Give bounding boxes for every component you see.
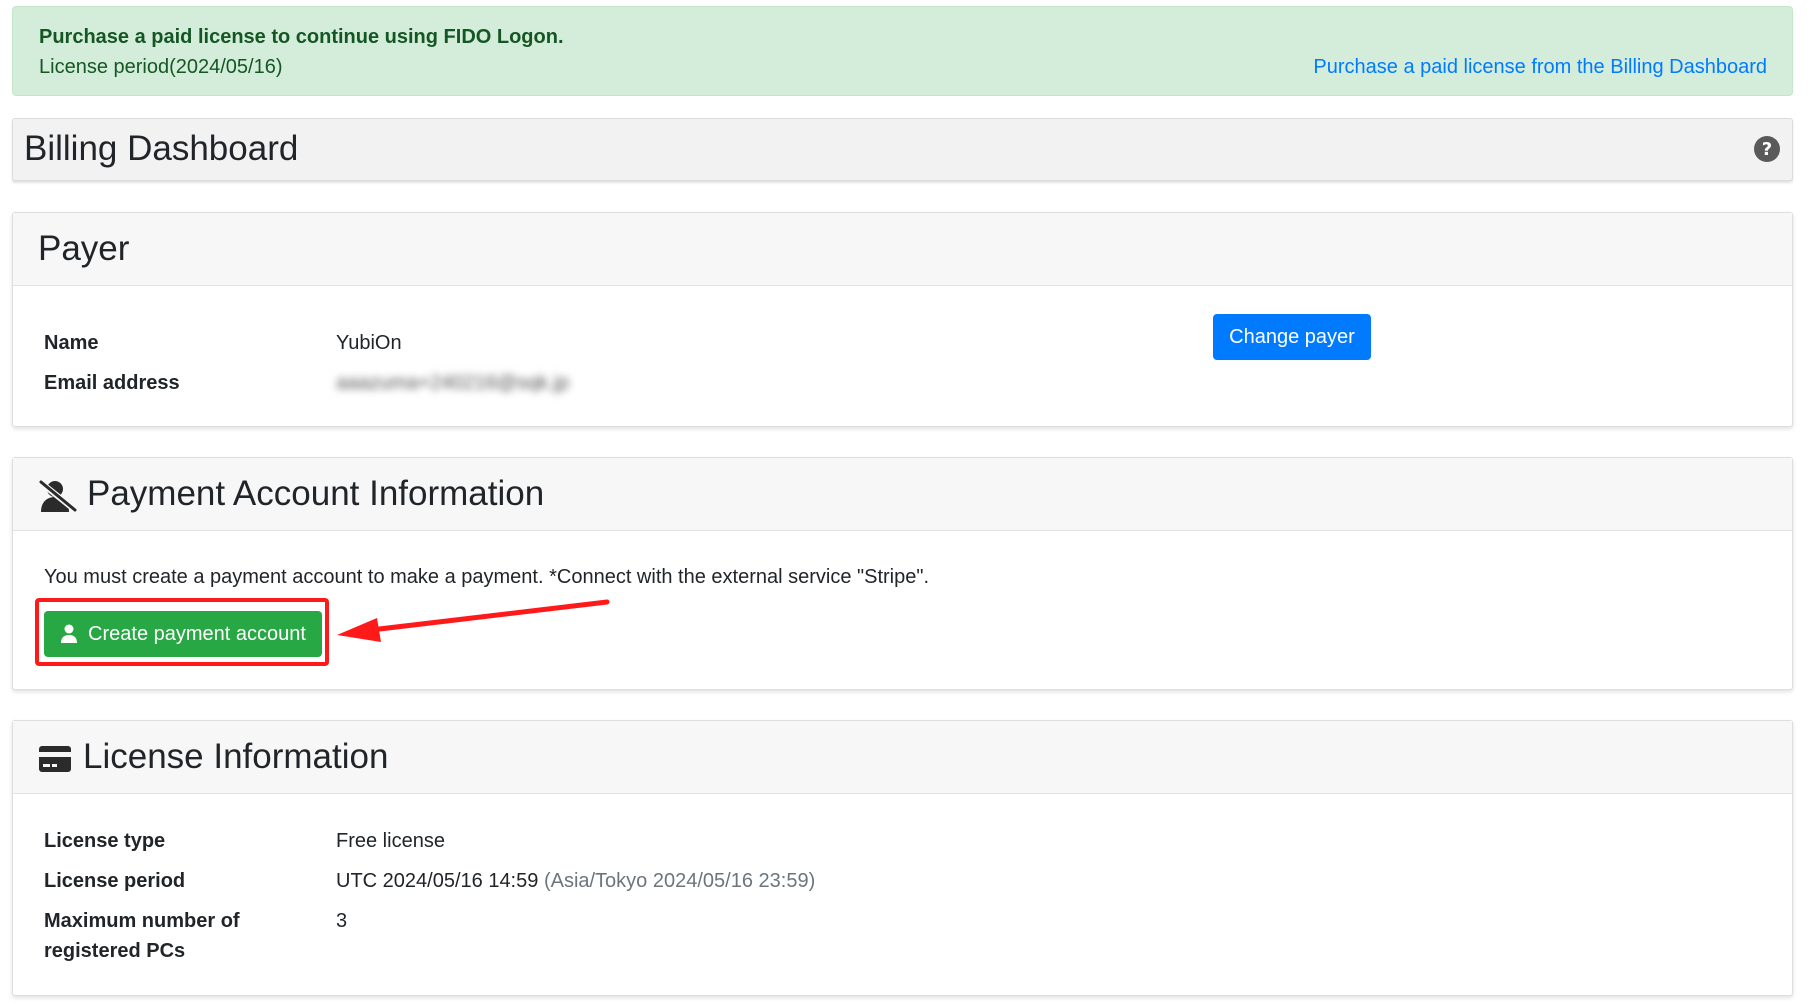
credit-card-icon	[39, 746, 71, 772]
payer-card: Payer Name YubiOn Email address aaazuma+…	[12, 212, 1793, 427]
annotation-arrow	[337, 599, 610, 642]
license-period-label: License period	[44, 870, 186, 892]
license-title: License Information	[83, 737, 389, 776]
svg-text:?: ?	[1762, 139, 1772, 160]
payer-card-header: Payer	[13, 213, 1792, 286]
user-icon	[61, 624, 78, 643]
license-card-header: License Information	[13, 721, 1792, 794]
license-type-value: Free license	[336, 830, 445, 852]
help-circle-icon[interactable]: ?	[1752, 134, 1782, 164]
license-period-value: UTC 2024/05/16 14:59 (Asia/Tokyo 2024/05…	[336, 870, 815, 893]
purchase-license-link[interactable]: Purchase a paid license from the Billing…	[1313, 56, 1767, 79]
payment-message: You must create a payment account to mak…	[44, 566, 930, 588]
payment-account-card: Payment Account Information You must cre…	[12, 457, 1793, 690]
payer-name-label: Name	[44, 332, 99, 354]
max-pcs-label-line2: registered PCs	[44, 940, 186, 962]
alert-license-period: License period(2024/05/16)	[39, 56, 283, 78]
payer-email-value: aaazuma+240216@sqk.jp	[336, 372, 570, 394]
payer-email-label: Email address	[44, 372, 180, 394]
payer-title: Payer	[38, 229, 130, 268]
create-payment-account-button[interactable]: Create payment account	[44, 611, 322, 657]
alert-title: Purchase a paid license to continue usin…	[39, 26, 564, 48]
page-header: Billing Dashboard ?	[12, 118, 1793, 181]
change-payer-button[interactable]: Change payer	[1213, 314, 1371, 360]
create-payment-account-label: Create payment account	[88, 622, 306, 645]
payer-name-value: YubiOn	[336, 332, 402, 354]
payment-title: Payment Account Information	[87, 474, 545, 513]
max-pcs-label-line1: Maximum number of	[44, 910, 240, 932]
license-card: License Information License type Free li…	[12, 720, 1793, 996]
payment-card-header: Payment Account Information	[13, 458, 1792, 531]
page-title: Billing Dashboard	[24, 129, 299, 168]
user-slash-icon	[38, 479, 78, 513]
license-period-local: (Asia/Tokyo 2024/05/16 23:59)	[543, 870, 816, 892]
license-type-label: License type	[44, 830, 166, 852]
license-alert: Purchase a paid license to continue usin…	[12, 6, 1793, 96]
max-pcs-value: 3	[336, 910, 348, 932]
license-period-utc: UTC 2024/05/16 14:59	[336, 870, 539, 892]
